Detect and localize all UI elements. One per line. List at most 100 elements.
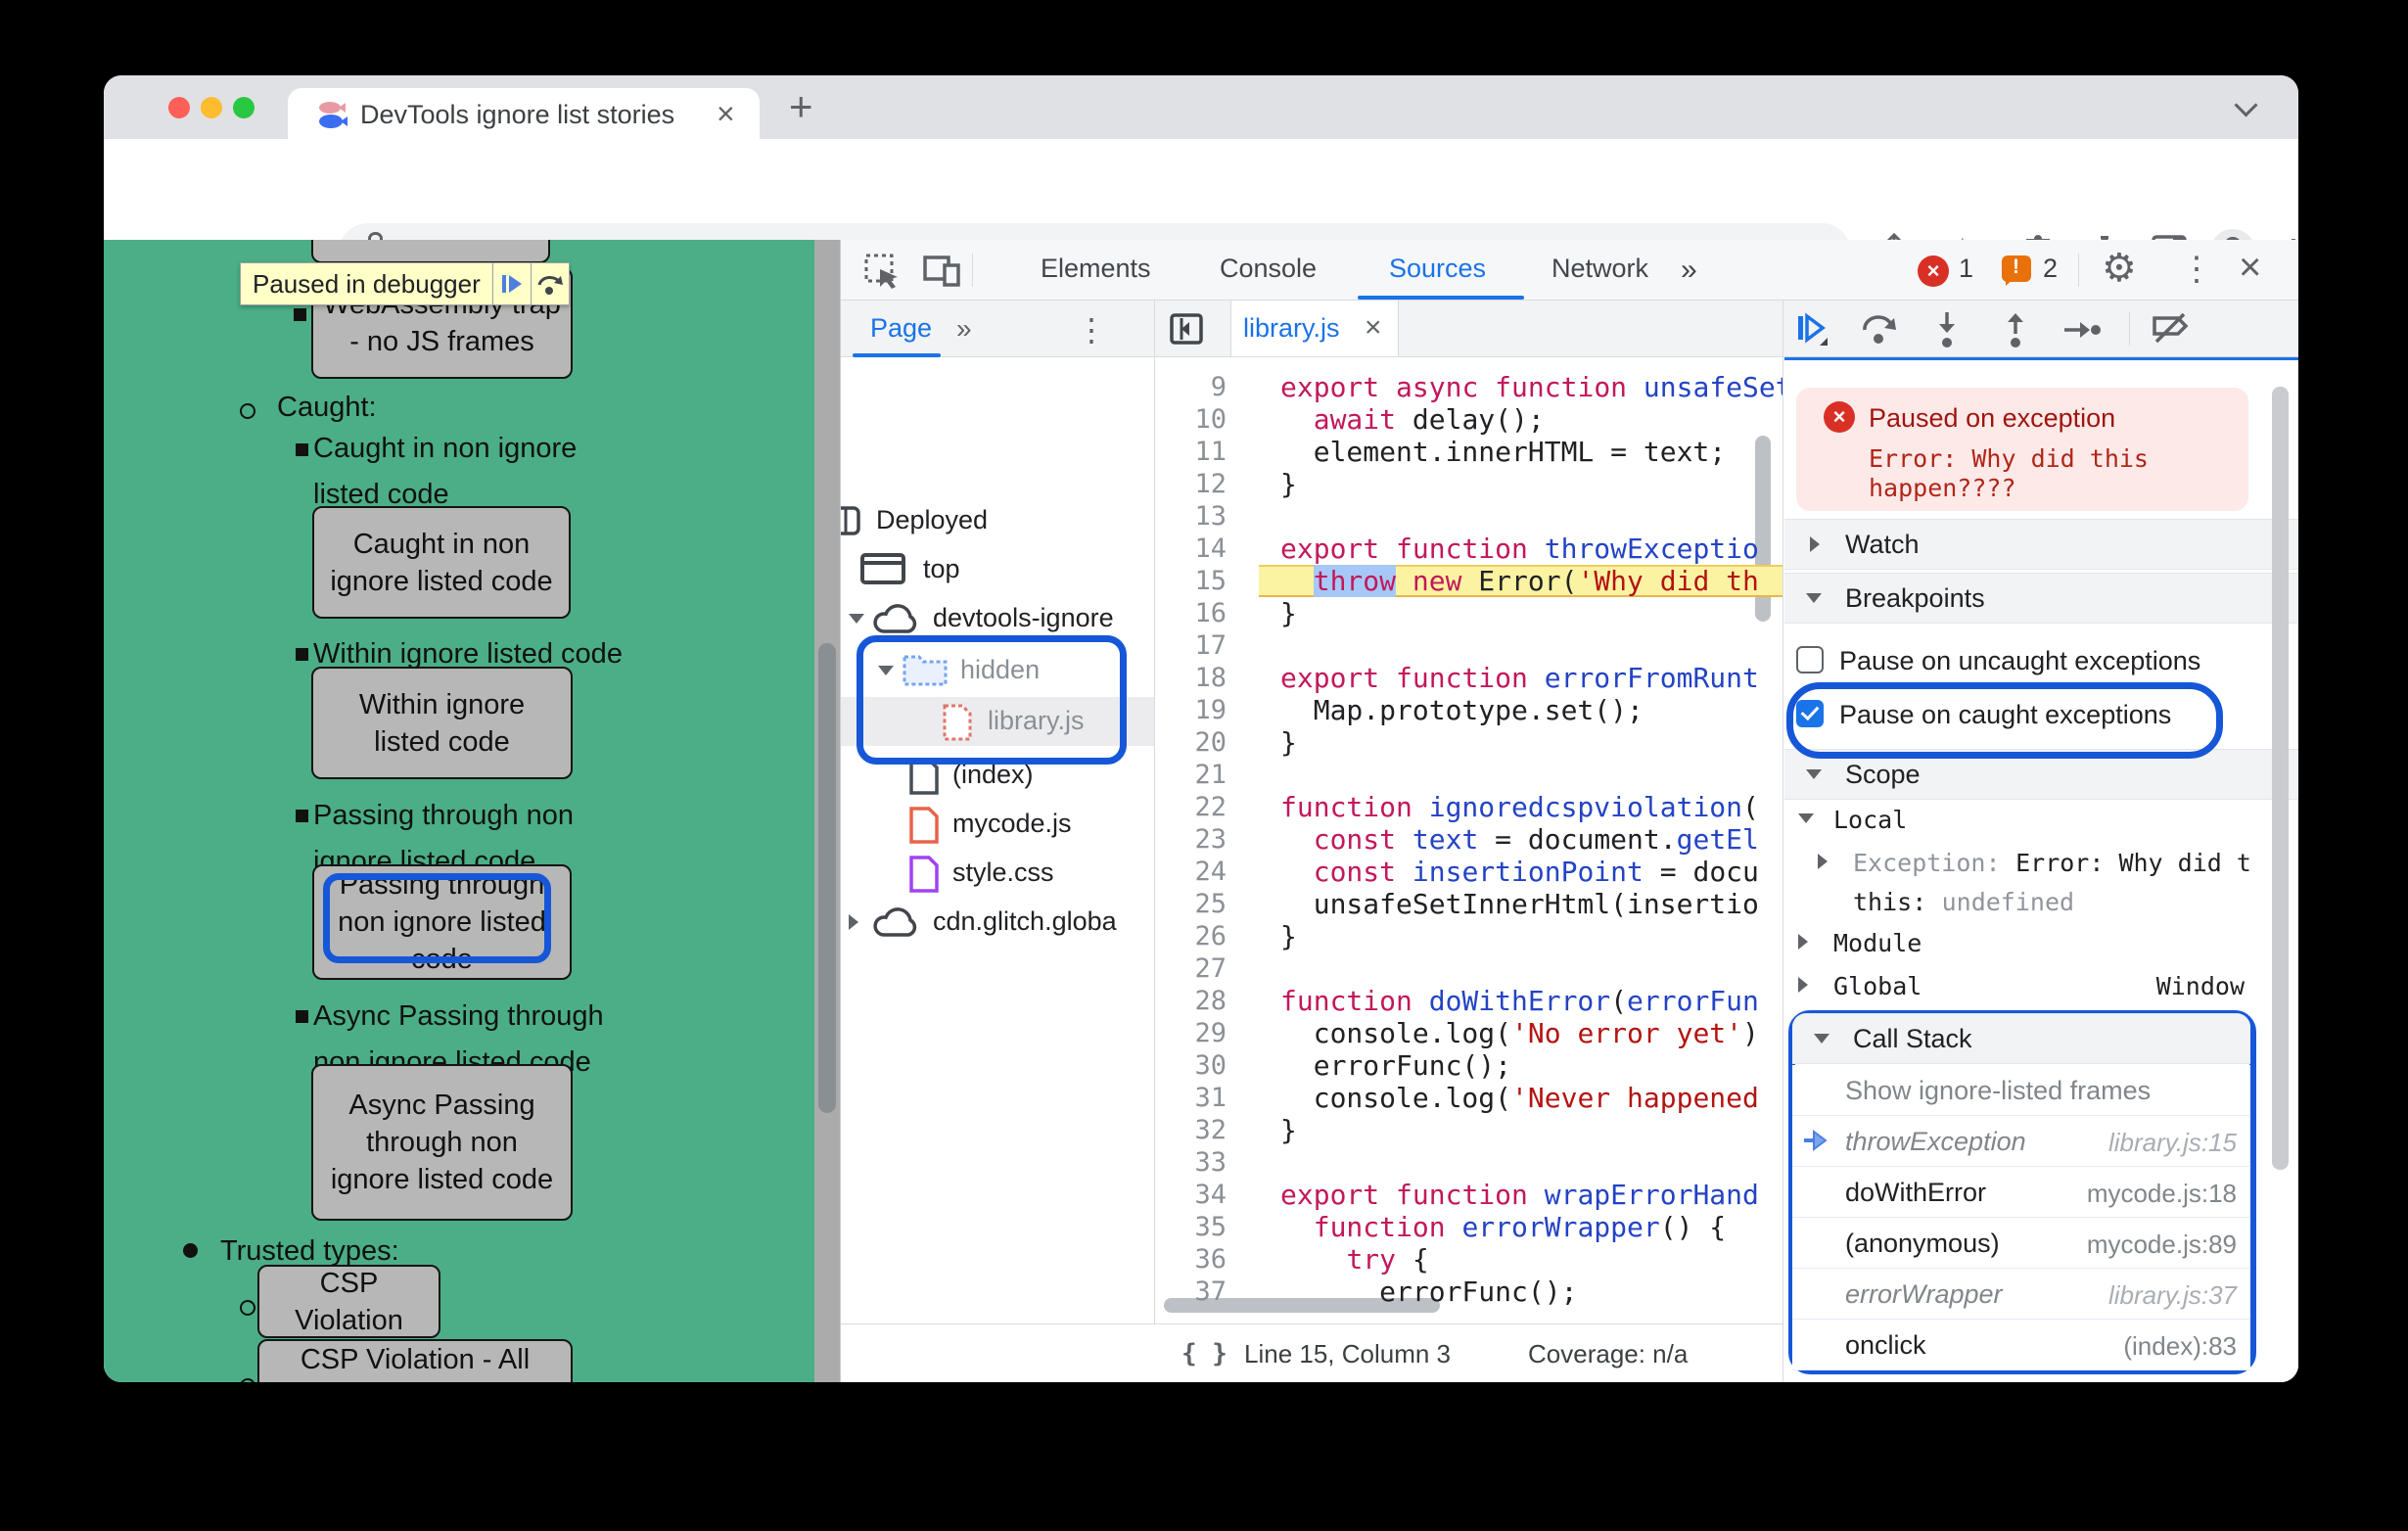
- more-tabs-icon[interactable]: »: [1681, 254, 1697, 287]
- tree-item-style-css[interactable]: style.css: [841, 849, 1154, 898]
- sidebar-scrollbar-thumb[interactable]: [2272, 387, 2289, 1170]
- line-number[interactable]: 31: [1156, 1082, 1227, 1114]
- device-toolbar-icon[interactable]: [923, 254, 960, 287]
- step-over-icon[interactable]: [1861, 312, 1900, 348]
- callstack-frame-errorwrapper[interactable]: errorWrapper library.js:37: [1792, 1269, 2250, 1320]
- code-line[interactable]: 19 Map.prototype.set();: [1156, 694, 1783, 726]
- code-line[interactable]: 17: [1156, 629, 1783, 662]
- code-line[interactable]: 11 element.innerHTML = text;: [1156, 436, 1783, 468]
- show-ignore-listed-frames-row[interactable]: Show ignore-listed frames: [1792, 1065, 2250, 1116]
- page-button[interactable]: CSP Violation: [257, 1265, 440, 1338]
- callstack-frame-dowitherror[interactable]: doWithError mycode.js:18: [1792, 1167, 2250, 1218]
- scope-row-local[interactable]: Local: [1784, 800, 2284, 844]
- code-line[interactable]: 31 console.log('Never happened: [1156, 1082, 1783, 1114]
- tab-close-icon[interactable]: ×: [717, 96, 735, 132]
- breakpoint-row[interactable]: Pause on uncaught exceptions: [1784, 636, 2284, 687]
- page-button[interactable]: Within ignore listed code: [311, 667, 573, 779]
- line-number[interactable]: 11: [1156, 436, 1227, 468]
- page-button[interactable]: Async Passing through non ignore listed …: [311, 1064, 573, 1221]
- line-number[interactable]: 34: [1156, 1179, 1227, 1211]
- line-number[interactable]: 10: [1156, 403, 1227, 436]
- line-number[interactable]: 26: [1156, 920, 1227, 952]
- callstack-frame-throwexception[interactable]: throwException library.js:15: [1792, 1116, 2250, 1167]
- line-number[interactable]: 36: [1156, 1243, 1227, 1276]
- scope-row-module[interactable]: Module: [1784, 923, 2284, 967]
- line-number[interactable]: 20: [1156, 726, 1227, 759]
- code-line[interactable]: 21: [1156, 759, 1783, 791]
- error-badge-icon[interactable]: ×: [1918, 255, 1949, 287]
- code-line[interactable]: 35 function errorWrapper() {: [1156, 1211, 1783, 1243]
- step-out-icon[interactable]: [1998, 310, 2033, 349]
- inspect-icon[interactable]: [864, 254, 900, 289]
- code-line[interactable]: 33: [1156, 1146, 1783, 1179]
- banner-resume-icon[interactable]: [491, 263, 531, 304]
- page-scrollbar-thumb[interactable]: [818, 643, 836, 1113]
- page-scrollbar[interactable]: [814, 240, 840, 1382]
- code-line[interactable]: 37 errorFunc();: [1156, 1276, 1783, 1308]
- callstack-frame-onclick[interactable]: onclick (index):83: [1792, 1320, 2250, 1370]
- line-number[interactable]: 18: [1156, 662, 1227, 694]
- tab-elements[interactable]: Elements: [1041, 254, 1151, 284]
- line-number[interactable]: 15: [1156, 565, 1227, 597]
- line-number[interactable]: 37: [1156, 1276, 1227, 1308]
- line-number[interactable]: 13: [1156, 500, 1227, 533]
- tab-network[interactable]: Network: [1551, 254, 1648, 284]
- line-number[interactable]: 16: [1156, 597, 1227, 629]
- line-number[interactable]: 12: [1156, 468, 1227, 500]
- new-tab-button[interactable]: +: [789, 83, 813, 130]
- page-button-partial[interactable]: [311, 240, 550, 263]
- code-line[interactable]: 23 const text = document.getEl: [1156, 823, 1783, 856]
- step-into-icon[interactable]: [1929, 310, 1965, 349]
- hide-navigator-icon[interactable]: [1170, 313, 1203, 345]
- tree-item-top[interactable]: top: [841, 545, 1154, 594]
- code-line[interactable]: 34 export function wrapErrorHand: [1156, 1179, 1783, 1211]
- nav-kebab-icon[interactable]: ⋮: [1076, 311, 1107, 348]
- code-line[interactable]: 9 export async function unsafeSetInne: [1156, 371, 1783, 403]
- issues-badge-icon[interactable]: !: [2002, 255, 2031, 286]
- line-number[interactable]: 35: [1156, 1211, 1227, 1243]
- scope-row-global[interactable]: Global Window: [1784, 966, 2284, 1010]
- code-line[interactable]: 22 function ignoredcspviolation(: [1156, 791, 1783, 823]
- code-line[interactable]: 29 console.log('No error yet'): [1156, 1017, 1783, 1049]
- breakpoint-checkbox[interactable]: [1796, 646, 1824, 673]
- tree-item-mycode-js[interactable]: mycode.js: [841, 800, 1154, 849]
- tab-strip-chevron-icon[interactable]: [2234, 93, 2258, 117]
- section-call-stack[interactable]: Call Stack: [1792, 1013, 2250, 1064]
- step-icon[interactable]: [2062, 314, 2102, 346]
- code-line[interactable]: 16}: [1156, 597, 1783, 629]
- more-nav-tabs-icon[interactable]: »: [956, 313, 972, 345]
- callstack-frame--anonymous-[interactable]: (anonymous) mycode.js:89: [1792, 1218, 2250, 1269]
- tab-sources[interactable]: Sources: [1389, 254, 1486, 284]
- scope-row-this[interactable]: this: undefined: [1784, 882, 2284, 926]
- code-line[interactable]: 10 await delay();: [1156, 403, 1783, 436]
- sidebar-tab-page[interactable]: Page: [870, 313, 932, 344]
- line-number[interactable]: 9: [1156, 371, 1227, 403]
- braces-icon[interactable]: { }: [1181, 1339, 1227, 1369]
- error-count[interactable]: 1: [1959, 254, 1973, 284]
- zoom-window-button[interactable]: [233, 97, 255, 118]
- code-editor[interactable]: 9export async function unsafeSetInne10 a…: [1156, 357, 1783, 1323]
- code-line-paused[interactable]: 15 throw new Error('Why did th: [1156, 565, 1783, 597]
- line-number[interactable]: 33: [1156, 1146, 1227, 1179]
- code-line[interactable]: 30 errorFunc();: [1156, 1049, 1783, 1082]
- line-number[interactable]: 25: [1156, 888, 1227, 920]
- page-button[interactable]: Caught in non ignore listed code: [312, 506, 571, 619]
- line-number[interactable]: 24: [1156, 856, 1227, 888]
- code-line[interactable]: 14 export function throwExceptio: [1156, 533, 1783, 565]
- editor-tab-library[interactable]: library.js ×: [1230, 301, 1399, 356]
- code-line[interactable]: 20}: [1156, 726, 1783, 759]
- line-number[interactable]: 14: [1156, 533, 1227, 565]
- minimize-window-button[interactable]: [201, 97, 222, 118]
- code-line[interactable]: 27: [1156, 952, 1783, 985]
- code-line[interactable]: 25 unsafeSetInnerHtml(insertio: [1156, 888, 1783, 920]
- section-watch[interactable]: Watch: [1784, 519, 2298, 570]
- line-number[interactable]: 27: [1156, 952, 1227, 985]
- close-window-button[interactable]: [168, 97, 190, 118]
- issue-count[interactable]: 2: [2043, 254, 2058, 284]
- code-line[interactable]: 13: [1156, 500, 1783, 533]
- scope-row-exception[interactable]: Exception: Error: Why did t: [1784, 843, 2284, 887]
- line-number[interactable]: 21: [1156, 759, 1227, 791]
- gear-icon[interactable]: ⚙: [2102, 246, 2137, 291]
- panel-divider[interactable]: [1154, 301, 1155, 1323]
- code-line[interactable]: 24 const insertionPoint = docu: [1156, 856, 1783, 888]
